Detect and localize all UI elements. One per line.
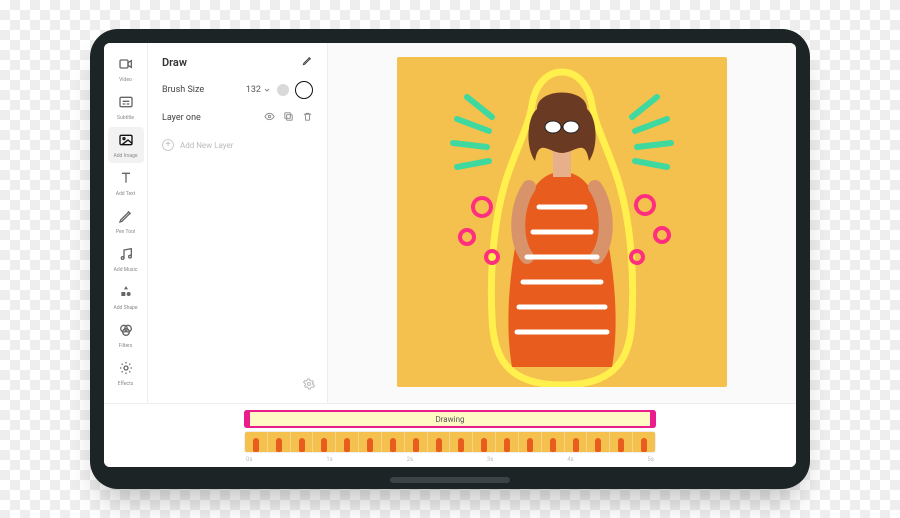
edit-icon[interactable] (302, 55, 313, 69)
rail-label: Video (119, 78, 132, 83)
rail-item-add-shape[interactable]: Add Shape (108, 279, 144, 315)
timeline-thumbnail[interactable] (313, 432, 336, 452)
copy-icon[interactable] (283, 111, 294, 125)
add-layer-button[interactable]: + Add New Layer (162, 139, 313, 151)
timeline-thumbnail[interactable] (587, 432, 610, 452)
timeline: Drawing 0s 1s 2s 3s 4s 5s (104, 403, 796, 467)
ruler-mark: 3s (487, 456, 493, 463)
rail-item-filters[interactable]: Filters (108, 317, 144, 353)
rail-item-add-text[interactable]: Add Text (108, 165, 144, 201)
rail-label: Add Shape (113, 306, 137, 311)
rail-label: Subtitle (117, 116, 134, 121)
layer-row: Layer one (162, 111, 313, 125)
video-track[interactable] (244, 431, 656, 453)
rail-label: Pen Tool (116, 230, 135, 235)
subtitle-icon (118, 94, 134, 114)
visibility-icon[interactable] (264, 111, 275, 125)
music-icon (118, 246, 134, 266)
timeline-thumbnail[interactable] (496, 432, 519, 452)
effects-icon (118, 360, 134, 380)
video-icon (118, 56, 134, 76)
laptop-frame: Video Subtitle Add Image Add Text Pen To… (90, 29, 810, 489)
time-ruler: 0s 1s 2s 3s 4s 5s (244, 456, 656, 463)
timeline-thumbnail[interactable] (336, 432, 359, 452)
timeline-thumbnail[interactable] (268, 432, 291, 452)
timeline-thumbnail[interactable] (291, 432, 314, 452)
rail-label: Add Image (113, 154, 137, 159)
image-icon (118, 132, 134, 152)
rail-item-video[interactable]: Video (108, 51, 144, 87)
timeline-thumbnail[interactable] (633, 432, 655, 452)
rail-item-subtitle[interactable]: Subtitle (108, 89, 144, 125)
timeline-thumbnail[interactable] (428, 432, 451, 452)
layer-label: Layer one (162, 113, 201, 123)
brush-color-swatch-large[interactable] (295, 81, 313, 99)
settings-icon[interactable] (303, 378, 315, 393)
rail-label: Filters (119, 344, 133, 349)
ruler-mark: 1s (326, 456, 332, 463)
ruler-mark: 5s (647, 456, 653, 463)
timeline-thumbnail[interactable] (405, 432, 428, 452)
rail-item-effects[interactable]: Effects (108, 355, 144, 391)
filters-icon (118, 322, 134, 342)
app-screen: Video Subtitle Add Image Add Text Pen To… (104, 43, 796, 467)
pen-icon (118, 208, 134, 228)
track-handle-right[interactable] (650, 410, 656, 428)
track-handle-left[interactable] (244, 410, 250, 428)
timeline-thumbnail[interactable] (382, 432, 405, 452)
brush-size-value[interactable]: 132 (246, 85, 271, 95)
canvas[interactable] (397, 57, 727, 387)
timeline-thumbnail[interactable] (245, 432, 268, 452)
timeline-thumbnail[interactable] (565, 432, 588, 452)
ruler-mark: 0s (246, 456, 252, 463)
ruler-mark: 2s (407, 456, 413, 463)
rail-item-add-music[interactable]: Add Music (108, 241, 144, 277)
brush-size-row: Brush Size 132 (162, 81, 313, 99)
plus-icon: + (162, 139, 174, 151)
draw-panel: Draw Brush Size 132 Layer one (148, 43, 328, 403)
brush-size-label: Brush Size (162, 85, 204, 95)
tool-rail: Video Subtitle Add Image Add Text Pen To… (104, 43, 148, 403)
rail-label: Add Text (116, 192, 136, 197)
rail-label: Add Music (114, 268, 138, 273)
timeline-thumbnail[interactable] (610, 432, 633, 452)
timeline-thumbnail[interactable] (473, 432, 496, 452)
chevron-down-icon (263, 86, 271, 94)
drawing-track[interactable]: Drawing (244, 410, 656, 428)
timeline-thumbnail[interactable] (519, 432, 542, 452)
canvas-area (328, 43, 796, 403)
brush-color-swatch-small[interactable] (277, 84, 289, 96)
track-label: Drawing (435, 415, 464, 424)
timeline-thumbnail[interactable] (542, 432, 565, 452)
rail-item-pen-tool[interactable]: Pen Tool (108, 203, 144, 239)
timeline-thumbnail[interactable] (359, 432, 382, 452)
text-icon (118, 170, 134, 190)
canvas-artwork (397, 57, 727, 387)
delete-icon[interactable] (302, 111, 313, 125)
rail-item-add-image[interactable]: Add Image (108, 127, 144, 163)
workspace: Video Subtitle Add Image Add Text Pen To… (104, 43, 796, 403)
panel-title: Draw (162, 56, 187, 69)
timeline-thumbnail[interactable] (450, 432, 473, 452)
rail-label: Effects (118, 382, 134, 387)
ruler-mark: 4s (567, 456, 573, 463)
shape-icon (118, 284, 134, 304)
